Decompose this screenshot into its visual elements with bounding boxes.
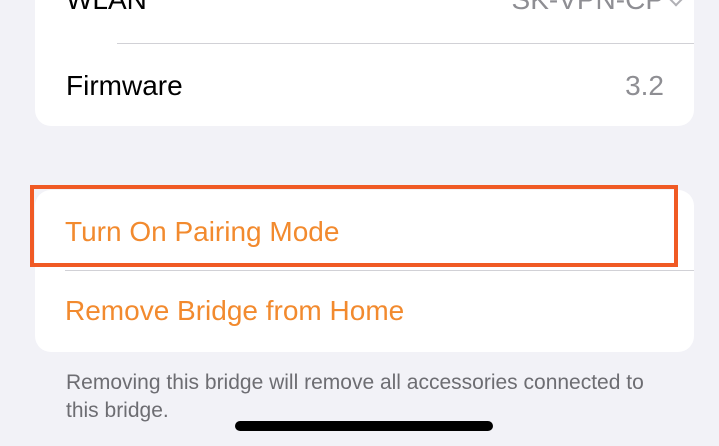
home-indicator[interactable] [235, 421, 493, 431]
firmware-value: 3.2 [625, 70, 664, 101]
firmware-row: Firmware 3.2 [35, 60, 694, 110]
highlight-box [30, 185, 678, 267]
chevron-down-icon [667, 0, 685, 7]
wlan-label: WLAN [66, 0, 147, 16]
bridge-info-card: WLAN SK-VPN-CP Firmware 3.2 [35, 0, 694, 126]
footer-note: Removing this bridge will remove all acc… [66, 371, 644, 422]
firmware-label: Firmware [66, 70, 183, 101]
divider [117, 43, 694, 44]
wlan-value: SK-VPN-CP [512, 0, 664, 16]
wlan-row[interactable]: WLAN SK-VPN-CP [35, 0, 694, 44]
remove-bridge-label: Remove Bridge from Home [65, 295, 405, 326]
remove-bridge-button[interactable]: Remove Bridge from Home [35, 271, 694, 351]
